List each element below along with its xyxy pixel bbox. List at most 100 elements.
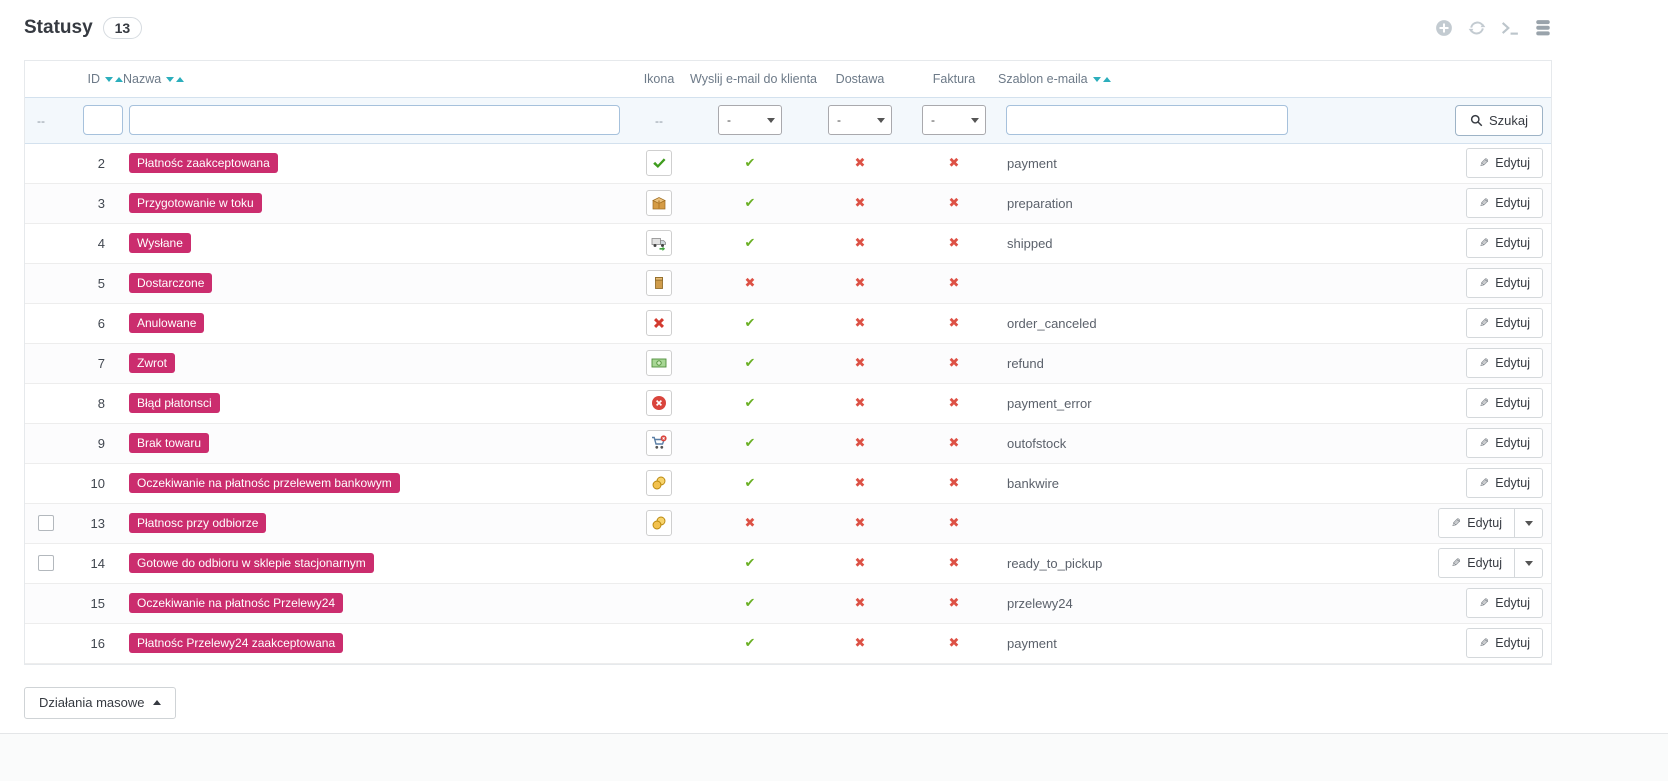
refresh-icon[interactable] [1468,19,1486,37]
invoice-cell: ✖ [910,623,998,663]
edit-button[interactable]: ✎ Edytuj [1466,348,1543,378]
edit-button[interactable]: ✎ Edytuj [1438,548,1515,578]
cross-mark-icon: ✖ [744,516,756,531]
sort-icons[interactable] [166,76,185,82]
sort-desc-icon[interactable] [105,76,113,82]
name-filter-input[interactable] [129,105,620,135]
edit-button-label: Edytuj [1495,436,1530,450]
cross-mark-icon: ✖ [854,516,866,531]
terminal-icon[interactable] [1501,19,1519,37]
cross-mark-icon: ✖ [948,276,960,291]
delivery-cell: ✖ [810,303,910,343]
id-cell: 7 [97,355,105,371]
template-filter-input[interactable] [1006,105,1288,135]
edit-button[interactable]: ✎ Edytuj [1438,508,1515,538]
actions-cell: ✎ Edytuj [1298,223,1551,263]
id-cell: 10 [90,475,105,491]
checkbox-cell [25,183,65,223]
sort-icons[interactable] [1092,76,1111,82]
pencil-icon: ✎ [1479,156,1490,170]
edit-button[interactable]: ✎ Edytuj [1466,588,1543,618]
check-mark-icon: ✔ [744,356,756,371]
status-list-panel: ID Nazwa Ikona Wyslij e-mail do klienta … [24,60,1552,665]
id-cell: 5 [97,275,105,291]
sort-asc-icon[interactable] [115,76,123,82]
id-filter-input[interactable] [83,105,123,135]
delivery-cell: ✖ [810,623,910,663]
edit-button[interactable]: ✎ Edytuj [1466,468,1543,498]
check-mark-icon: ✔ [744,236,756,251]
edit-button[interactable]: ✎ Edytuj [1466,228,1543,258]
sort-desc-icon[interactable] [166,76,175,82]
cross-mark-icon: ✖ [854,356,866,371]
pencil-icon: ✎ [1479,596,1490,610]
check-mark-icon: ✔ [744,316,756,331]
column-header-name[interactable]: Nazwa [123,61,628,97]
delivery-filter-select[interactable]: - [828,105,892,135]
check-mark-icon: ✔ [744,196,756,211]
table-row: 2 Płatnośc zaakceptowana ✔ ✖ ✖ payment ✎ Edytuj [25,143,1551,183]
invoice-filter-select[interactable]: - [922,105,986,135]
name-cell: Wysłane [123,223,628,263]
bulk-actions-button[interactable]: Działania masowe [24,686,176,719]
edit-button[interactable]: ✎ Edytuj [1466,628,1543,658]
email-filter-select[interactable]: - [718,105,782,135]
edit-button[interactable]: ✎ Edytuj [1466,428,1543,458]
database-icon[interactable] [1534,19,1552,37]
icon-cell [628,143,690,183]
sort-desc-icon[interactable] [1092,76,1101,82]
edit-button-label: Edytuj [1495,356,1530,370]
email-cell: ✔ [690,383,810,423]
edit-button[interactable]: ✎ Edytuj [1466,268,1543,298]
table-row: 4 Wysłane ✔ ✖ ✖ shipped ✎ Edytuj [25,223,1551,263]
cross-mark-icon: ✖ [948,396,960,411]
header-toolbar [1435,19,1552,37]
checkbox-cell [25,263,65,303]
edit-button[interactable]: ✎ Edytuj [1466,188,1543,218]
pencil-icon: ✎ [1479,476,1490,490]
icon-cell [628,383,690,423]
add-icon[interactable] [1435,19,1453,37]
edit-dropdown-toggle[interactable] [1515,548,1543,578]
email-cell: ✔ [690,183,810,223]
status-badge: Gotowe do odbioru w sklepie stacjonarnym [129,553,374,573]
email-cell: ✔ [690,143,810,183]
edit-button-group: ✎ Edytuj [1466,268,1543,298]
sort-icons[interactable] [105,76,123,82]
status-badge: Płatnosc przy odbiorze [129,513,267,533]
truck-icon [646,230,672,256]
table-row: 5 Dostarczone ✖ ✖ ✖ ✎ Edytuj [25,263,1551,303]
cross-mark-icon: ✖ [948,196,960,211]
table-row: 7 Zwrot ✔ ✖ ✖ refund ✎ Edytuj [25,343,1551,383]
edit-button-group: ✎ Edytuj [1466,388,1543,418]
edit-button-group: ✎ Edytuj [1466,308,1543,338]
cross-mark-icon: ✖ [854,236,866,251]
caret-down-icon [1524,520,1533,526]
delivery-cell: ✖ [810,383,910,423]
icon-cell [628,623,690,663]
id-cell: 14 [90,555,105,571]
filter-row: -- -- - - - Szukaj [25,97,1551,143]
checkbox-cell [25,223,65,263]
template-cell: refund [1007,355,1044,371]
column-header-template[interactable]: Szablon e-maila [998,61,1298,97]
status-badge: Zwrot [129,353,175,373]
row-checkbox[interactable] [38,555,54,572]
cross-mark-icon: ✖ [948,636,960,651]
row-checkbox[interactable] [38,515,54,532]
edit-dropdown-toggle[interactable] [1515,508,1543,538]
search-button[interactable]: Szukaj [1454,104,1543,136]
sort-asc-icon[interactable] [176,76,185,82]
status-badge: Oczekiwanie na płatnośc Przelewy24 [129,593,344,613]
edit-button[interactable]: ✎ Edytuj [1466,148,1543,178]
coins-icon [646,470,672,496]
email-cell: ✔ [690,343,810,383]
actions-cell: ✎ Edytuj [1298,623,1551,663]
id-cell: 2 [97,155,105,171]
sort-asc-icon[interactable] [1102,76,1111,82]
edit-button[interactable]: ✎ Edytuj [1466,308,1543,338]
search-icon [1470,114,1483,126]
column-header-id[interactable]: ID [65,61,123,97]
id-cell: 9 [97,435,105,451]
edit-button[interactable]: ✎ Edytuj [1466,388,1543,418]
